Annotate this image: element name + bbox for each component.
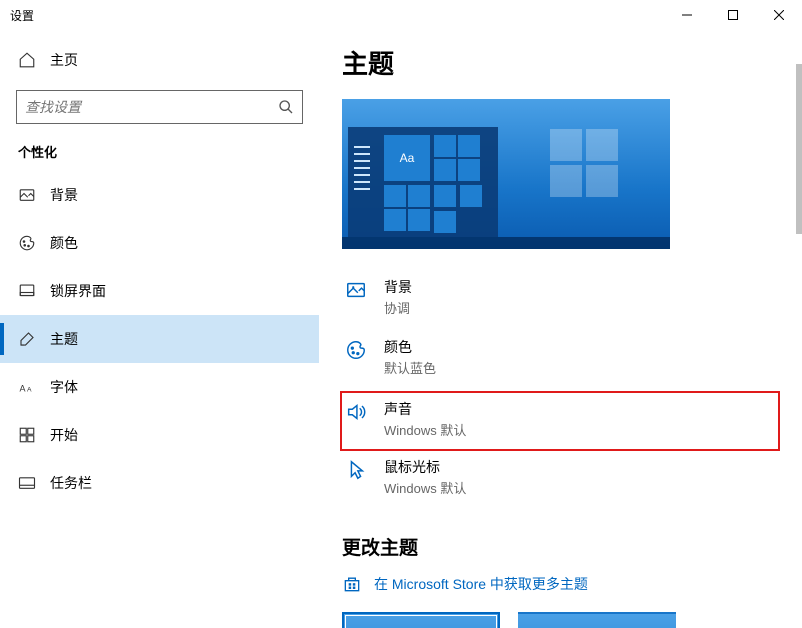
maximize-button[interactable] xyxy=(710,0,756,30)
svg-text:A: A xyxy=(27,387,32,394)
setting-background[interactable]: 背景 协调 xyxy=(342,271,780,331)
close-icon xyxy=(774,10,784,20)
setting-sub: Windows 默认 xyxy=(384,478,466,497)
sidebar: 主页 个性化 背景 颜色 锁屏界面 主题 AA 字体 xyxy=(0,30,320,628)
minimize-button[interactable] xyxy=(664,0,710,30)
home-icon xyxy=(18,51,36,69)
change-theme-heading: 更改主题 xyxy=(342,533,780,560)
section-label: 个性化 xyxy=(0,138,319,171)
sidebar-item-themes[interactable]: 主题 xyxy=(0,315,319,363)
preview-taskbar xyxy=(342,237,670,249)
search-input[interactable] xyxy=(25,99,278,115)
home-label: 主页 xyxy=(50,50,78,70)
theme-thumb-1[interactable] xyxy=(342,612,500,628)
sidebar-item-label: 锁屏界面 xyxy=(50,281,106,301)
maximize-icon xyxy=(728,10,738,20)
minimize-icon xyxy=(682,10,692,20)
windows-logo xyxy=(550,129,620,199)
setting-sub: 默认蓝色 xyxy=(384,358,436,377)
picture-icon xyxy=(342,277,370,301)
store-link[interactable]: 在 Microsoft Store 中获取更多主题 xyxy=(342,574,780,594)
window-title: 设置 xyxy=(10,7,34,24)
sidebar-item-label: 主题 xyxy=(50,329,78,349)
setting-title: 鼠标光标 xyxy=(384,457,466,477)
setting-title: 声音 xyxy=(384,399,466,419)
sidebar-item-label: 任务栏 xyxy=(50,473,92,493)
setting-color[interactable]: 颜色 默认蓝色 xyxy=(342,331,780,391)
setting-sub: Windows 默认 xyxy=(384,420,466,439)
scrollbar-thumb[interactable] xyxy=(796,64,802,234)
setting-title: 颜色 xyxy=(384,337,436,357)
close-button[interactable] xyxy=(756,0,802,30)
preview-tile: Aa xyxy=(384,135,430,181)
theme-thumb-2[interactable] xyxy=(518,612,676,628)
search-icon xyxy=(278,99,294,115)
content-pane: 主题 Aa 背景 协调 xyxy=(320,30,802,628)
sidebar-item-label: 背景 xyxy=(50,185,78,205)
titlebar: 设置 xyxy=(0,0,802,30)
palette-icon xyxy=(18,234,36,252)
speaker-icon xyxy=(342,399,370,423)
page-title: 主题 xyxy=(342,44,780,81)
setting-sub: 协调 xyxy=(384,298,412,317)
theme-thumbnails xyxy=(342,612,780,628)
setting-cursor[interactable]: 鼠标光标 Windows 默认 xyxy=(342,451,780,511)
cursor-icon xyxy=(342,457,370,481)
sidebar-item-label: 开始 xyxy=(50,425,78,445)
home-link[interactable]: 主页 xyxy=(0,40,319,80)
lockscreen-icon xyxy=(18,282,36,300)
sidebar-item-fonts[interactable]: AA 字体 xyxy=(0,363,319,411)
sidebar-item-label: 颜色 xyxy=(50,233,78,253)
sidebar-item-taskbar[interactable]: 任务栏 xyxy=(0,459,319,507)
start-icon xyxy=(18,426,36,444)
svg-text:A: A xyxy=(20,384,26,394)
sidebar-item-label: 字体 xyxy=(50,377,78,397)
palette-icon xyxy=(342,337,370,361)
setting-sound[interactable]: 声音 Windows 默认 xyxy=(340,391,780,451)
font-icon: AA xyxy=(18,378,36,396)
store-icon xyxy=(342,574,362,594)
setting-title: 背景 xyxy=(384,277,412,297)
image-icon xyxy=(18,186,36,204)
taskbar-icon xyxy=(18,474,36,492)
sidebar-item-background[interactable]: 背景 xyxy=(0,171,319,219)
store-link-label: 在 Microsoft Store 中获取更多主题 xyxy=(374,574,588,594)
theme-preview: Aa xyxy=(342,99,670,249)
sidebar-item-colors[interactable]: 颜色 xyxy=(0,219,319,267)
preview-start-menu: Aa xyxy=(348,127,498,237)
sidebar-item-start[interactable]: 开始 xyxy=(0,411,319,459)
theme-icon xyxy=(18,330,36,348)
sidebar-item-lockscreen[interactable]: 锁屏界面 xyxy=(0,267,319,315)
search-box[interactable] xyxy=(16,90,303,124)
